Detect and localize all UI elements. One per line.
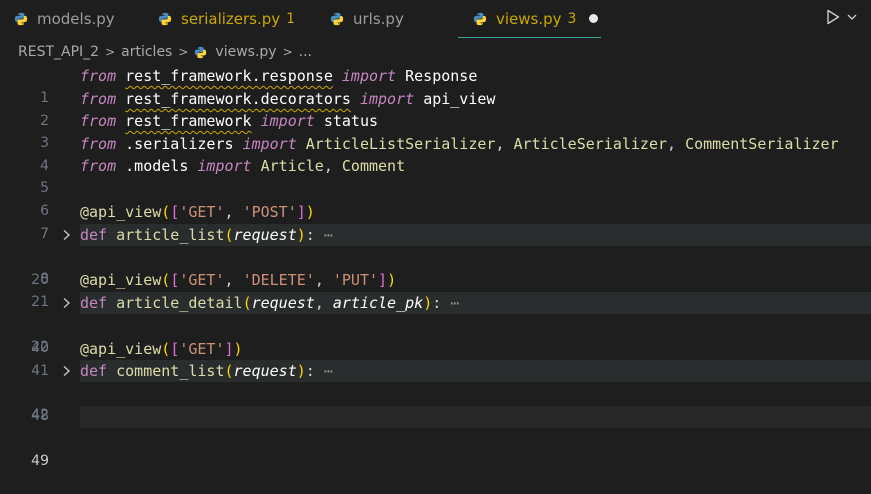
python-icon <box>473 12 487 26</box>
breadcrumb: REST_API_2 > articles > views.py > ... <box>18 40 312 64</box>
breadcrumb-root[interactable]: REST_API_2 <box>18 44 99 60</box>
code-line: 21 @api_view(['GET', 'DELETE', 'PUT']) <box>0 269 871 310</box>
chevron-right-icon: > <box>282 45 293 59</box>
tab-models[interactable]: models.py <box>14 0 115 38</box>
python-icon <box>158 12 172 26</box>
tab-label: urls.py <box>353 10 404 28</box>
code-line: 1 from rest_framework.response import Re… <box>0 65 871 106</box>
python-icon <box>330 12 344 26</box>
python-icon <box>194 46 207 59</box>
folded-ellipsis[interactable]: ⋯ <box>450 294 459 312</box>
breadcrumb-more[interactable]: ... <box>299 44 312 60</box>
code-line: 20 <box>0 247 871 288</box>
problem-count-badge: 1 <box>286 11 296 27</box>
code-line: 3 from rest_framework import status <box>0 110 871 151</box>
chevron-down-icon[interactable] <box>846 11 858 23</box>
tab-label: models.py <box>37 10 115 28</box>
tab-bar: models.py serializers.py 1 urls.py views… <box>0 0 871 38</box>
breadcrumb-folder[interactable]: articles <box>121 44 172 60</box>
code-line-folded: 42 def comment_list(request): ⋯ <box>0 360 871 423</box>
chevron-right-icon: > <box>178 45 189 59</box>
tab-serializers[interactable]: serializers.py 1 <box>158 0 295 38</box>
play-icon[interactable] <box>826 9 840 25</box>
code-line: 40 <box>0 315 871 356</box>
tab-label: serializers.py <box>181 10 281 28</box>
code-line: 6 <box>0 178 871 219</box>
tab-views[interactable]: views.py 3 <box>458 0 601 38</box>
folded-ellipsis[interactable]: ⋯ <box>324 226 333 244</box>
tab-label: views.py <box>496 9 562 28</box>
run-button[interactable] <box>826 9 858 25</box>
chevron-right-icon[interactable] <box>62 360 72 382</box>
line-number: 49 <box>31 453 49 469</box>
code-editor[interactable]: 1 from rest_framework.response import Re… <box>0 64 871 469</box>
folded-ellipsis[interactable]: ⋯ <box>324 362 333 380</box>
code-line: 2 from rest_framework.decorators import … <box>0 88 871 129</box>
unsaved-dot-icon[interactable] <box>589 14 599 23</box>
code-line: 5 from .models import Article, Comment <box>0 155 871 196</box>
code-line: 7 @api_view(['GET', 'POST']) <box>0 201 871 242</box>
code-line: 4 from .serializers import ArticleListSe… <box>0 133 871 174</box>
code-line-folded: 22 def article_detail(request, article_p… <box>0 292 871 355</box>
code-line: 48 <box>0 383 871 424</box>
problem-count-badge: 3 <box>567 10 577 27</box>
code-line-current: 49 <box>0 406 871 469</box>
tab-urls[interactable]: urls.py <box>330 0 404 38</box>
code-line-folded: 8 def article_list(request): ⋯ <box>0 224 871 287</box>
chevron-right-icon[interactable] <box>62 224 72 246</box>
chevron-right-icon: > <box>105 45 116 59</box>
breadcrumb-file[interactable]: views.py <box>215 44 276 60</box>
code-line: 41 @api_view(['GET']) <box>0 338 871 379</box>
python-icon <box>14 12 28 26</box>
chevron-right-icon[interactable] <box>62 292 72 314</box>
